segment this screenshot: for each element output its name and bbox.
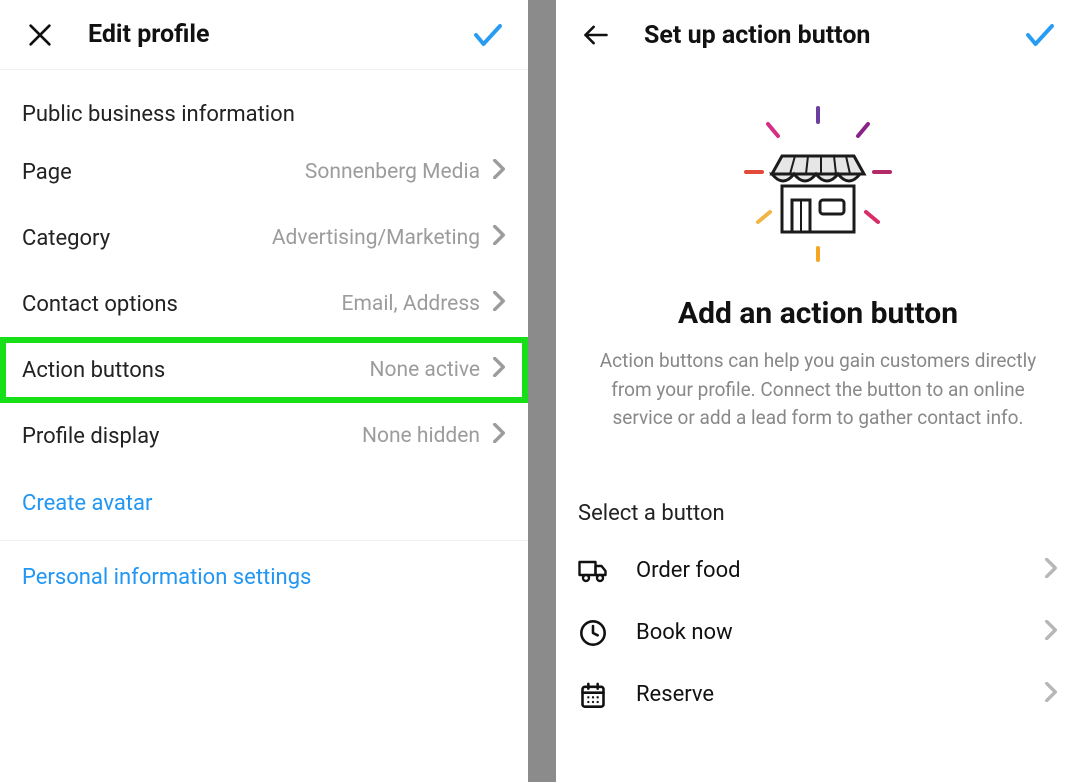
confirm-check-icon[interactable] [468, 15, 508, 55]
row-label: Profile display [22, 424, 362, 449]
pane-divider [528, 0, 556, 782]
option-label: Book now [636, 620, 1044, 645]
select-button-label: Select a button [556, 473, 1080, 540]
row-label: Contact options [22, 292, 342, 317]
row-label: Action buttons [22, 358, 370, 383]
chevron-right-icon [492, 225, 506, 251]
row-label: Category [22, 226, 272, 251]
hero-body: Action buttons can help you gain custome… [588, 347, 1048, 433]
back-arrow-icon[interactable] [576, 15, 616, 55]
chevron-right-icon [1044, 620, 1058, 646]
option-reserve[interactable]: Reserve [556, 664, 1080, 726]
chevron-right-icon [492, 357, 506, 383]
chevron-right-icon [1044, 682, 1058, 708]
header-bar: Set up action button [556, 0, 1080, 70]
section-label-business-info: Public business information [0, 70, 528, 139]
option-label: Order food [636, 558, 1044, 583]
row-value: Advertising/Marketing [272, 226, 480, 250]
divider [0, 540, 528, 541]
edit-profile-screen: Edit profile Public business information… [0, 0, 528, 782]
link-personal-information-settings[interactable]: Personal information settings [0, 543, 528, 612]
row-value: None active [370, 358, 480, 382]
option-order-food[interactable]: Order food [556, 540, 1080, 602]
row-action-buttons[interactable]: Action buttons None active [0, 337, 528, 403]
row-value: Email, Address [342, 292, 480, 316]
option-label: Reserve [636, 682, 1044, 707]
chevron-right-icon [1044, 558, 1058, 584]
hero-heading: Add an action button [586, 296, 1050, 331]
row-value: None hidden [362, 424, 480, 448]
clock-icon [578, 618, 608, 648]
row-profile-display[interactable]: Profile display None hidden [0, 403, 528, 469]
row-label: Page [22, 160, 305, 185]
chevron-right-icon [492, 291, 506, 317]
page-title: Set up action button [644, 21, 1020, 50]
row-category[interactable]: Category Advertising/Marketing [0, 205, 528, 271]
row-value: Sonnenberg Media [305, 160, 480, 184]
truck-icon [578, 556, 608, 586]
close-icon[interactable] [20, 15, 60, 55]
chevron-right-icon [492, 159, 506, 185]
chevron-right-icon [492, 423, 506, 449]
option-book-now[interactable]: Book now [556, 602, 1080, 664]
row-page[interactable]: Page Sonnenberg Media [0, 139, 528, 205]
calendar-icon [578, 680, 608, 710]
page-title: Edit profile [88, 20, 468, 49]
header-bar: Edit profile [0, 0, 528, 70]
hero-block: Add an action button Action buttons can … [556, 70, 1080, 473]
set-up-action-button-screen: Set up action button [556, 0, 1080, 782]
shop-illustration-icon [728, 100, 908, 270]
link-create-avatar[interactable]: Create avatar [0, 469, 528, 538]
confirm-check-icon[interactable] [1020, 15, 1060, 55]
row-contact-options[interactable]: Contact options Email, Address [0, 271, 528, 337]
